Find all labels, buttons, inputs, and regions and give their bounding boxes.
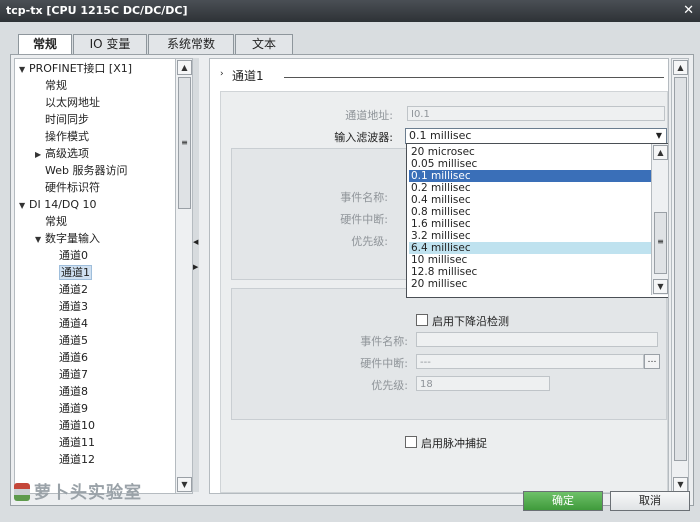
tree-scrollbar[interactable]: ▲ ≡ ▼ bbox=[175, 58, 193, 494]
tab-content-frame: ▼ PROFINET接口 [X1] 常规 以太网地址 时间同步 操作模式 ▶ 高级选… bbox=[10, 54, 694, 506]
falling-hw-interrupt-field: --- bbox=[416, 354, 644, 369]
tree-item-time-sync[interactable]: 时间同步 bbox=[45, 111, 89, 128]
tree-item-web-server[interactable]: Web 服务器访问 bbox=[45, 162, 127, 179]
rising-hw-interrupt-label: 硬件中断: bbox=[340, 213, 388, 226]
filter-option-selected[interactable]: 0.1 millisec bbox=[409, 170, 651, 182]
tree-item-channel[interactable]: 通道3 bbox=[59, 298, 88, 315]
input-filter-select[interactable]: 0.1 millisec ▼ bbox=[405, 128, 667, 144]
section-divider bbox=[284, 77, 664, 78]
tab-general[interactable]: 常规 bbox=[18, 34, 72, 55]
ok-button[interactable]: 确定 bbox=[523, 491, 603, 511]
expand-arrow-icon[interactable]: ▶ bbox=[35, 146, 45, 163]
checkbox-icon[interactable] bbox=[416, 314, 428, 326]
logo-icon bbox=[14, 483, 30, 501]
falling-hw-interrupt-label: 硬件中断: bbox=[360, 357, 408, 370]
tree-item-general[interactable]: 常规 bbox=[45, 77, 67, 94]
tree-item-channel[interactable]: 通道5 bbox=[59, 332, 88, 349]
scroll-down-icon[interactable]: ▼ bbox=[177, 477, 192, 492]
browse-ellipsis-button[interactable]: … bbox=[644, 354, 660, 369]
collapse-left-icon[interactable]: ◀ bbox=[193, 238, 198, 246]
tree-item-channel[interactable]: 通道12 bbox=[59, 451, 95, 468]
tree-item-channel[interactable]: 通道7 bbox=[59, 366, 88, 383]
dropdown-scrollbar[interactable]: ▲ ≡ ▼ bbox=[651, 144, 668, 295]
tree-item-channel[interactable]: 通道2 bbox=[59, 281, 88, 298]
scroll-up-icon[interactable]: ▲ bbox=[177, 60, 192, 75]
tree-item-channel[interactable]: 通道10 bbox=[59, 417, 95, 434]
falling-edge-group: 启用下降沿检测 事件名称: 硬件中断: --- … 优先级: 18 bbox=[231, 288, 667, 420]
chevron-down-icon[interactable]: ▼ bbox=[652, 129, 666, 143]
scroll-up-icon[interactable]: ▲ bbox=[653, 145, 668, 160]
channel-address-field: I0.1 bbox=[407, 106, 665, 121]
input-filter-dropdown-list[interactable]: 20 microsec 0.05 millisec 0.1 millisec 0… bbox=[406, 143, 668, 298]
pulse-catch-checkbox[interactable]: 启用脉冲捕捉 bbox=[405, 435, 487, 451]
falling-edge-checkbox[interactable]: 启用下降沿检测 bbox=[416, 313, 509, 329]
tab-texts[interactable]: 文本 bbox=[235, 34, 293, 54]
filter-option[interactable]: 0.2 millisec bbox=[409, 182, 651, 194]
close-icon[interactable]: ✕ bbox=[683, 3, 694, 18]
scroll-down-icon[interactable]: ▼ bbox=[653, 279, 668, 294]
expand-arrow-icon[interactable]: ▼ bbox=[35, 231, 45, 248]
section-title: 通道1 bbox=[232, 69, 264, 83]
tree-item-digital-inputs[interactable]: ▼ 数字量输入 bbox=[35, 230, 100, 247]
grip-icon: ≡ bbox=[181, 138, 188, 147]
filter-option[interactable]: 0.4 millisec bbox=[409, 194, 651, 206]
checkbox-icon[interactable] bbox=[405, 436, 417, 448]
tab-io-tags[interactable]: IO 变量 bbox=[73, 34, 147, 54]
tree-item-channel[interactable]: 通道11 bbox=[59, 434, 95, 451]
filter-option[interactable]: 1.6 millisec bbox=[409, 218, 651, 230]
tree-item-hardware-id[interactable]: 硬件标识符 bbox=[45, 179, 100, 196]
scrollbar-thumb[interactable]: ≡ bbox=[654, 212, 667, 274]
falling-event-name-label: 事件名称: bbox=[360, 335, 408, 348]
filter-option-hovered[interactable]: 6.4 millisec bbox=[409, 242, 651, 254]
navigation-tree: ▼ PROFINET接口 [X1] 常规 以太网地址 时间同步 操作模式 ▶ 高级选… bbox=[14, 58, 188, 494]
expand-arrow-icon[interactable]: ▼ bbox=[19, 197, 29, 214]
grip-icon: ≡ bbox=[657, 237, 664, 246]
tree-item-di-general[interactable]: 常规 bbox=[45, 213, 67, 230]
falling-priority-label: 优先级: bbox=[371, 379, 408, 392]
tree-item-ethernet-address[interactable]: 以太网地址 bbox=[45, 94, 100, 111]
tree-item-channel[interactable]: 通道0 bbox=[59, 247, 88, 264]
scroll-down-icon[interactable]: ▼ bbox=[673, 477, 688, 492]
cancel-button[interactable]: 取消 bbox=[610, 491, 690, 511]
title-bar: tcp-tx [CPU 1215C DC/DC/DC] ✕ bbox=[0, 0, 700, 22]
section-arrow-icon[interactable]: › bbox=[220, 69, 224, 79]
content-scrollbar[interactable]: ▲ ▼ bbox=[671, 58, 689, 494]
tree-item-channel[interactable]: 通道8 bbox=[59, 383, 88, 400]
filter-option[interactable]: 12.8 millisec bbox=[409, 266, 651, 278]
input-filter-label: 输入滤波器: bbox=[334, 131, 393, 144]
input-filter-value: 0.1 millisec bbox=[409, 129, 472, 142]
tab-system-constants[interactable]: 系统常数 bbox=[148, 34, 234, 54]
collapse-right-icon[interactable]: ▶ bbox=[193, 263, 198, 271]
scroll-up-icon[interactable]: ▲ bbox=[673, 60, 688, 75]
tree-item-di14-dq10[interactable]: ▼ DI 14/DQ 10 bbox=[19, 196, 97, 213]
rising-priority-label: 优先级: bbox=[351, 235, 388, 248]
tree-item-channel[interactable]: 通道9 bbox=[59, 400, 88, 417]
pane-splitter[interactable]: ◀ ▶ bbox=[193, 58, 199, 492]
rising-event-name-label: 事件名称: bbox=[340, 191, 388, 204]
tree-item-channel[interactable]: 通道4 bbox=[59, 315, 88, 332]
filter-option[interactable]: 0.05 millisec bbox=[409, 158, 651, 170]
window-title: tcp-tx [CPU 1215C DC/DC/DC] bbox=[6, 4, 188, 17]
tree-item-operating-mode[interactable]: 操作模式 bbox=[45, 128, 89, 145]
filter-option[interactable]: 10 millisec bbox=[409, 254, 651, 266]
properties-dialog: 常规 IO 变量 系统常数 文本 ▼ PROFINET接口 [X1] 常规 以太网… bbox=[0, 22, 700, 522]
channel-address-label: 通道地址: bbox=[345, 109, 393, 122]
expand-arrow-icon[interactable]: ▼ bbox=[19, 61, 29, 78]
watermark-logo: 萝卜头实验室 bbox=[14, 478, 142, 503]
falling-priority-field: 18 bbox=[416, 376, 550, 391]
tree-item-advanced-options[interactable]: ▶ 高级选项 bbox=[35, 145, 89, 162]
tree-item-channel-selected[interactable]: 通道1 bbox=[59, 264, 92, 281]
filter-option[interactable]: 20 microsec bbox=[409, 146, 651, 158]
tree-item-channel[interactable]: 通道6 bbox=[59, 349, 88, 366]
tree-item-profinet[interactable]: ▼ PROFINET接口 [X1] bbox=[19, 60, 132, 77]
filter-option[interactable]: 3.2 millisec bbox=[409, 230, 651, 242]
filter-option[interactable]: 0.8 millisec bbox=[409, 206, 651, 218]
properties-content: › 通道1 通道地址: I0.1 输入滤波器: 0.1 millisec ▼ 事… bbox=[209, 58, 669, 494]
falling-event-name-field bbox=[416, 332, 658, 347]
filter-option[interactable]: 20 millisec bbox=[409, 278, 651, 290]
scrollbar-thumb[interactable]: ≡ bbox=[178, 77, 191, 209]
scrollbar-thumb[interactable] bbox=[674, 77, 687, 461]
